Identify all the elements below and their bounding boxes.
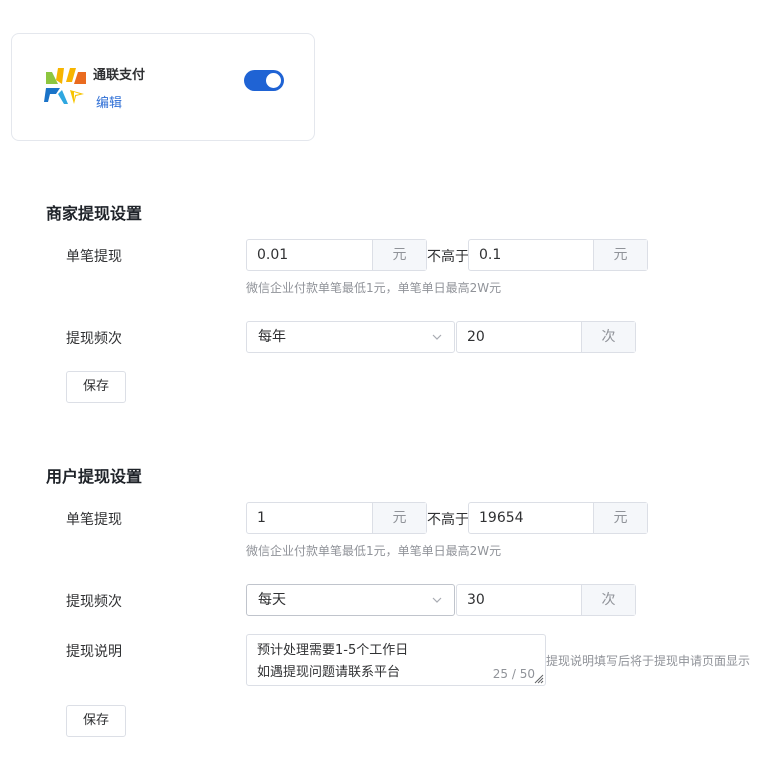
unit-suffix: 元 (372, 503, 426, 533)
user-min-input[interactable]: 1 元 (246, 502, 427, 534)
resize-grip-icon[interactable] (534, 674, 544, 684)
merchant-min-value: 0.01 (257, 247, 289, 263)
user-freq-count-input[interactable]: 30 次 (456, 584, 636, 616)
allinpay-logo (44, 68, 86, 104)
merchant-freq-value: 每年 (258, 329, 286, 345)
withdraw-description-textarea[interactable]: 预计处理需要1-5个工作日 如遇提现问题请联系平台 25 / 50 (246, 634, 546, 686)
times-suffix: 次 (581, 585, 635, 615)
merchant-freq-select[interactable]: 每年 (246, 321, 455, 353)
merchant-single-label: 单笔提现 (66, 249, 122, 265)
chevron-down-icon (432, 597, 442, 603)
desc-hint: 提现说明填写后将于提现申请页面显示 (546, 654, 751, 668)
merchant-max-value: 0.1 (479, 247, 502, 263)
user-desc-label: 提现说明 (66, 644, 122, 660)
not-above-text: 不高于 (427, 249, 469, 265)
provider-name: 通联支付 (93, 68, 146, 83)
user-freq-select[interactable]: 每天 (246, 584, 455, 616)
merchant-min-input[interactable]: 0.01 元 (246, 239, 427, 271)
user-max-value: 19654 (479, 510, 524, 526)
user-max-input[interactable]: 19654 元 (468, 502, 648, 534)
times-suffix: 次 (581, 322, 635, 352)
user-min-value: 1 (257, 510, 266, 526)
chevron-down-icon (432, 334, 442, 340)
user-single-label: 单笔提现 (66, 512, 122, 528)
merchant-freq-count: 20 (467, 329, 485, 345)
merchant-hint: 微信企业付款单笔最低1元，单笔单日最高2W元 (246, 281, 502, 295)
provider-enable-toggle[interactable] (244, 70, 284, 91)
unit-suffix: 元 (593, 503, 647, 533)
user-freq-label: 提现频次 (66, 594, 122, 610)
payment-provider-card: 通联支付 编辑 (11, 33, 315, 141)
unit-suffix: 元 (593, 240, 647, 270)
edit-link[interactable]: 编辑 (96, 92, 122, 111)
unit-suffix: 元 (372, 240, 426, 270)
merchant-max-input[interactable]: 0.1 元 (468, 239, 648, 271)
user-hint: 微信企业付款单笔最低1元，单笔单日最高2W元 (246, 544, 502, 558)
user-save-button[interactable]: 保存 (66, 705, 126, 737)
merchant-section-title: 商家提现设置 (46, 204, 143, 223)
user-freq-count: 30 (467, 592, 485, 608)
merchant-freq-count-input[interactable]: 20 次 (456, 321, 636, 353)
char-counter: 25 / 50 (492, 667, 535, 681)
desc-line-1: 预计处理需要1-5个工作日 (257, 643, 409, 658)
merchant-freq-label: 提现频次 (66, 331, 122, 347)
not-above-text: 不高于 (427, 512, 469, 528)
merchant-save-button[interactable]: 保存 (66, 371, 126, 403)
toggle-knob (266, 73, 281, 88)
user-freq-value: 每天 (258, 592, 286, 608)
user-section-title: 用户提现设置 (46, 467, 143, 486)
